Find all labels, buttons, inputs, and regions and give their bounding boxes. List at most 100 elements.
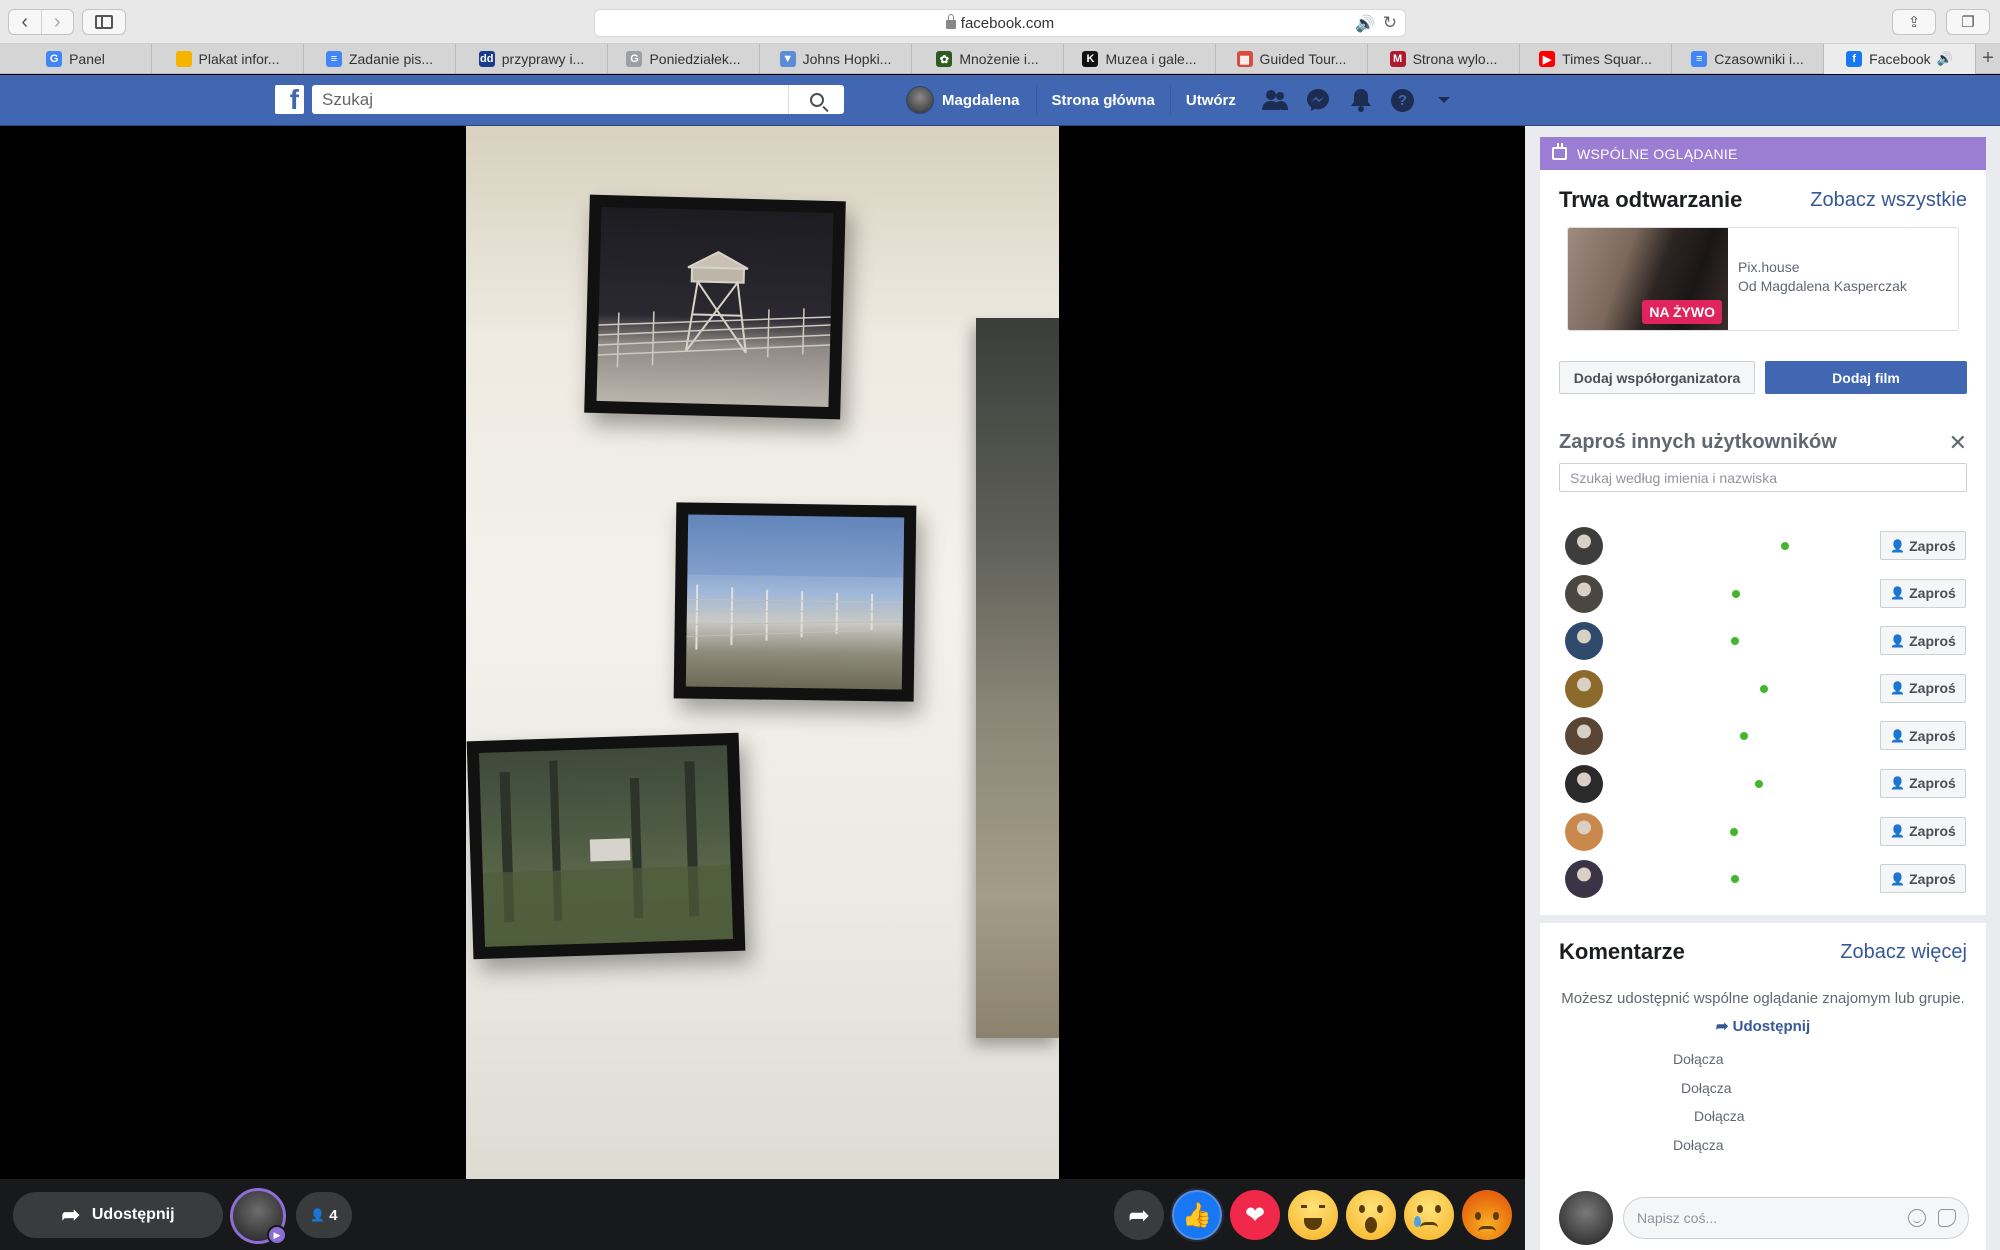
comments-title: Komentarze	[1559, 939, 1685, 964]
museum-icon: ▦	[1236, 51, 1253, 67]
google-icon: G	[46, 51, 63, 67]
notifications-bell-icon[interactable]	[1348, 87, 1374, 113]
invite-button[interactable]: 👤 Zaproś	[1880, 816, 1966, 846]
share-reaction-icon[interactable]: ➦	[1114, 1190, 1164, 1240]
browser-tab[interactable]: M Strona wylo...	[1368, 44, 1520, 74]
browser-tab[interactable]: ≡ Czasowniki i...	[1672, 44, 1824, 74]
speaker-icon[interactable]: 🔊	[1355, 14, 1375, 34]
back-button[interactable]: ‹	[9, 10, 42, 34]
like-reaction-icon[interactable]: 👍	[1170, 1188, 1224, 1242]
search-icon	[809, 92, 824, 107]
invite-button[interactable]: 👤 Zaproś	[1880, 721, 1966, 751]
reaction-bar: ➦ 👍 ❤	[1114, 1188, 1512, 1242]
top-nav: Magdalena Strona główna Utwórz	[906, 85, 1251, 115]
invite-button[interactable]: 👤 Zaproś	[1880, 626, 1966, 656]
avatar[interactable]	[1565, 669, 1603, 708]
invite-search-input[interactable]	[1560, 464, 1966, 491]
sticker-icon[interactable]	[1938, 1209, 1956, 1227]
person-icon: 👤	[310, 1208, 326, 1222]
browser-tab[interactable]: K Muzea i gale...	[1064, 44, 1216, 74]
new-tab-button[interactable]: +	[1976, 44, 2000, 73]
browser-tab[interactable]: dd przyprawy i...	[456, 44, 608, 74]
account-menu-caret-icon[interactable]	[1431, 87, 1457, 113]
forward-button[interactable]: ›	[42, 10, 74, 34]
invite-button[interactable]: 👤 Zaproś	[1880, 531, 1966, 560]
sidebar-toggle-button[interactable]	[82, 9, 126, 35]
join-event: Dołącza	[1673, 1051, 1724, 1067]
invite-button[interactable]: 👤 Zaproś	[1880, 578, 1966, 608]
browser-tab[interactable]: ▼ Johns Hopki...	[760, 44, 912, 74]
add-video-button[interactable]: Dodaj film	[1765, 361, 1967, 394]
friend-requests-icon[interactable]	[1262, 87, 1288, 113]
online-status-icon	[1731, 637, 1739, 646]
video-title: Pix.house	[1738, 259, 1800, 275]
friend-list: 👤 Zaproś 👤 Zaproś 👤 Zaproś 👤 Zaproś 👤 Zaproś 👤 Zapr…	[1540, 522, 1986, 903]
avatar	[1559, 1191, 1613, 1245]
tab-audio-icon[interactable]: 🔊	[1937, 51, 1953, 67]
now-playing-title: Trwa odtwarzanie	[1559, 187, 1743, 212]
framed-photo-trees	[466, 732, 746, 960]
browser-tab[interactable]: ✿ Mnożenie i...	[912, 44, 1064, 74]
invite-button-label: Zaproś	[1909, 585, 1956, 602]
address-bar[interactable]: facebook.com 🔊 ↻	[594, 9, 1406, 37]
watch-party-card: WSPÓLNE OGLĄDANIE Trwa odtwarzanie Zobac…	[1540, 137, 1986, 915]
avatar[interactable]	[1565, 860, 1603, 899]
avatar[interactable]	[1565, 812, 1603, 851]
video-player[interactable]	[0, 126, 1525, 1179]
current-video-item[interactable]: NA ŻYWO Pix.house Od Magdalena Kaspercza…	[1567, 227, 1959, 331]
wow-reaction-icon[interactable]	[1346, 1190, 1396, 1240]
see-all-link[interactable]: Zobacz wszystkie	[1810, 189, 1967, 212]
share-button[interactable]: ➦ Udostępnij	[13, 1192, 223, 1238]
invite-button-label: Zaproś	[1909, 727, 1956, 744]
browser-tab[interactable]: ≡ Zadanie pis...	[304, 44, 456, 74]
comment-input[interactable]	[1624, 1198, 1884, 1238]
comments-card: Komentarze Zobacz więcej Możesz udostępn…	[1540, 923, 1986, 1250]
avatar[interactable]	[1565, 622, 1603, 661]
reload-icon[interactable]: ↻	[1383, 13, 1397, 33]
watch-party-label: WSPÓLNE OGLĄDANIE	[1577, 145, 1738, 162]
viewer-count[interactable]: 👤 4	[296, 1192, 352, 1238]
help-icon[interactable]: ?	[1391, 88, 1414, 112]
browser-share-button[interactable]: ⇪	[1892, 9, 1936, 35]
show-tabs-button[interactable]: ❐	[1946, 9, 1990, 35]
browser-tab[interactable]: ▶ Times Squar...	[1520, 44, 1672, 74]
browser-tab[interactable]: f Facebook 🔊	[1824, 44, 1976, 74]
see-more-link[interactable]: Zobacz więcej	[1840, 941, 1967, 964]
avatar[interactable]	[1565, 527, 1603, 565]
close-icon[interactable]: ✕	[1949, 431, 1967, 454]
add-person-icon: 👤	[1890, 586, 1906, 601]
add-cohost-button[interactable]: Dodaj współorganizatora	[1559, 361, 1755, 394]
share-link[interactable]: ➦ Udostępnij	[1540, 1017, 1986, 1035]
chevron-right-icon: ›	[53, 11, 61, 33]
avatar[interactable]	[1565, 717, 1603, 756]
host-avatar[interactable]: ▶	[230, 1188, 287, 1245]
tab-label: Mnożenie i...	[959, 51, 1039, 67]
invite-button[interactable]: 👤 Zaproś	[1880, 768, 1966, 798]
online-status-icon	[1760, 684, 1768, 693]
avatar[interactable]	[1565, 574, 1603, 613]
friend-row: 👤 Zaproś	[1540, 808, 1986, 856]
home-link[interactable]: Strona główna	[1035, 85, 1170, 115]
create-link[interactable]: Utwórz	[1169, 85, 1251, 115]
watch-party-sidebar: WSPÓLNE OGLĄDANIE Trwa odtwarzanie Zobac…	[1525, 126, 2000, 1250]
sad-reaction-icon[interactable]	[1404, 1190, 1454, 1240]
facebook-logo[interactable]: f	[275, 85, 304, 114]
avatar[interactable]	[1565, 764, 1603, 803]
love-reaction-icon[interactable]: ❤	[1230, 1190, 1280, 1240]
browser-tab[interactable]: ▦ Guided Tour...	[1216, 44, 1368, 74]
browser-tab[interactable]: Plakat infor...	[152, 44, 304, 74]
docs-icon: ≡	[325, 51, 342, 67]
haha-reaction-icon[interactable]	[1288, 1190, 1338, 1240]
browser-tab[interactable]: G Poniedziałek...	[608, 44, 760, 74]
emoji-icon[interactable]	[1908, 1209, 1926, 1227]
browser-tab[interactable]: G Panel	[0, 44, 152, 74]
search-button[interactable]	[788, 85, 844, 114]
messenger-icon[interactable]	[1305, 87, 1331, 113]
watch-party-controls: ➦ Udostępnij ▶ 👤 4 ➦ 👍 ❤	[0, 1179, 1525, 1250]
watch-party-header: WSPÓLNE OGLĄDANIE	[1540, 137, 1986, 170]
search-input[interactable]	[312, 85, 788, 114]
profile-link[interactable]: Magdalena	[906, 86, 1036, 114]
invite-button[interactable]: 👤 Zaproś	[1880, 673, 1966, 703]
invite-button[interactable]: 👤 Zaproś	[1880, 864, 1966, 894]
angry-reaction-icon[interactable]	[1462, 1190, 1512, 1240]
